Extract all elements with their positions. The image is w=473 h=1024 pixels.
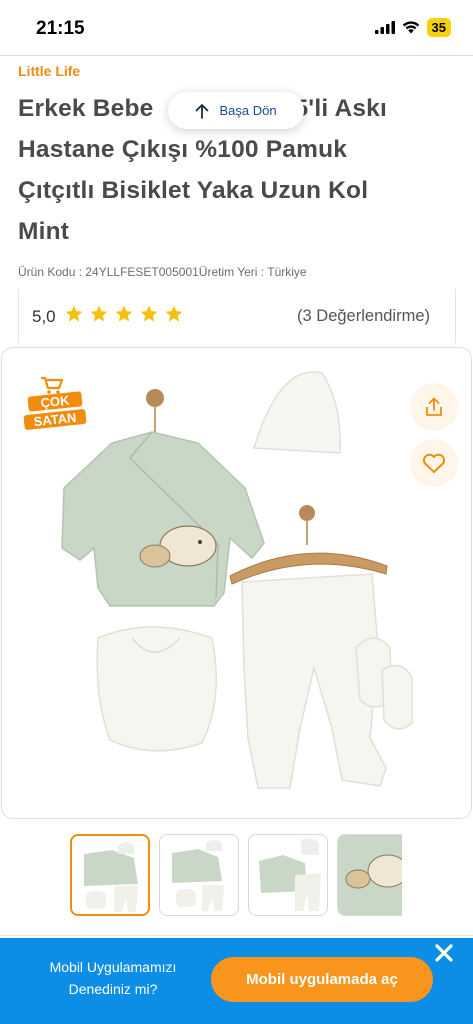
title-line-2: Hastane Çıkışı %100 Pamuk (18, 136, 348, 163)
header-divider (0, 55, 473, 56)
close-icon[interactable] (432, 941, 456, 965)
title-line-3: Çıtçıtlı Bisiklet Yaka Uzun Kol (18, 177, 369, 204)
status-icons: 35 (374, 18, 451, 37)
badge-line-1: ÇOK (27, 391, 83, 412)
thumbnail-image (259, 838, 321, 911)
review-count-link[interactable]: (3 Değerlendirme) (297, 307, 430, 326)
banner-line-2: Denediniz mi? (68, 981, 158, 997)
back-to-top-label: Başa Dön (219, 103, 277, 118)
banner-line-1: Mobil Uygulamamızı (49, 959, 177, 975)
status-bar: 21:15 35 (0, 0, 473, 56)
share-button[interactable] (410, 383, 458, 431)
thumbnail-image (172, 840, 224, 911)
back-to-top-button[interactable]: Başa Dön (168, 92, 304, 129)
thumbnail-image (338, 835, 402, 915)
product-image-gallery[interactable]: ÇOK SATAN (1, 347, 472, 819)
thumbnail-1[interactable] (70, 834, 150, 916)
open-in-app-button[interactable]: Mobil uygulamada aç (211, 957, 433, 1002)
thumbnail-divider (0, 935, 473, 936)
battery-indicator: 35 (426, 18, 451, 37)
banner-text: Mobil Uygulamamızı Denediniz mi? (22, 956, 204, 1000)
cart-icon (41, 376, 64, 394)
star-icon (140, 305, 158, 322)
rating-value: 5,0 (32, 307, 56, 326)
thumbnail-image (84, 842, 138, 912)
thumbnail-3[interactable] (248, 834, 328, 916)
signal-icon (374, 21, 395, 34)
rating-stars (64, 304, 184, 324)
product-page: 21:15 35 Little Life Erkek Bebe an 5'li A… (0, 0, 473, 1024)
star-icon (65, 305, 83, 322)
favorite-button[interactable] (410, 439, 458, 487)
wifi-icon (402, 21, 419, 34)
rating-row[interactable]: 5,0 (3 Değerlendirme) (18, 289, 456, 343)
app-promo-banner: Mobil Uygulamamızı Denediniz mi? Mobil u… (0, 938, 473, 1024)
star-icon (115, 305, 133, 322)
status-time: 21:15 (36, 18, 85, 39)
badge-line-2: SATAN (23, 408, 87, 431)
star-icon (90, 305, 108, 322)
best-seller-badge: ÇOK SATAN (23, 376, 87, 438)
brand-link[interactable]: Little Life (18, 63, 80, 79)
heart-icon (422, 453, 446, 473)
title-line-4: Mint (18, 218, 70, 245)
thumbnail-4[interactable] (337, 834, 402, 916)
thumbnail-2[interactable] (159, 834, 239, 916)
star-icon (165, 305, 183, 322)
share-icon (426, 397, 442, 416)
thumbnail-strip[interactable] (70, 834, 402, 918)
product-code: Ürün Kodu : 24YLLFESET005001Üretim Yeri … (18, 265, 307, 279)
arrow-up-icon (196, 103, 209, 119)
